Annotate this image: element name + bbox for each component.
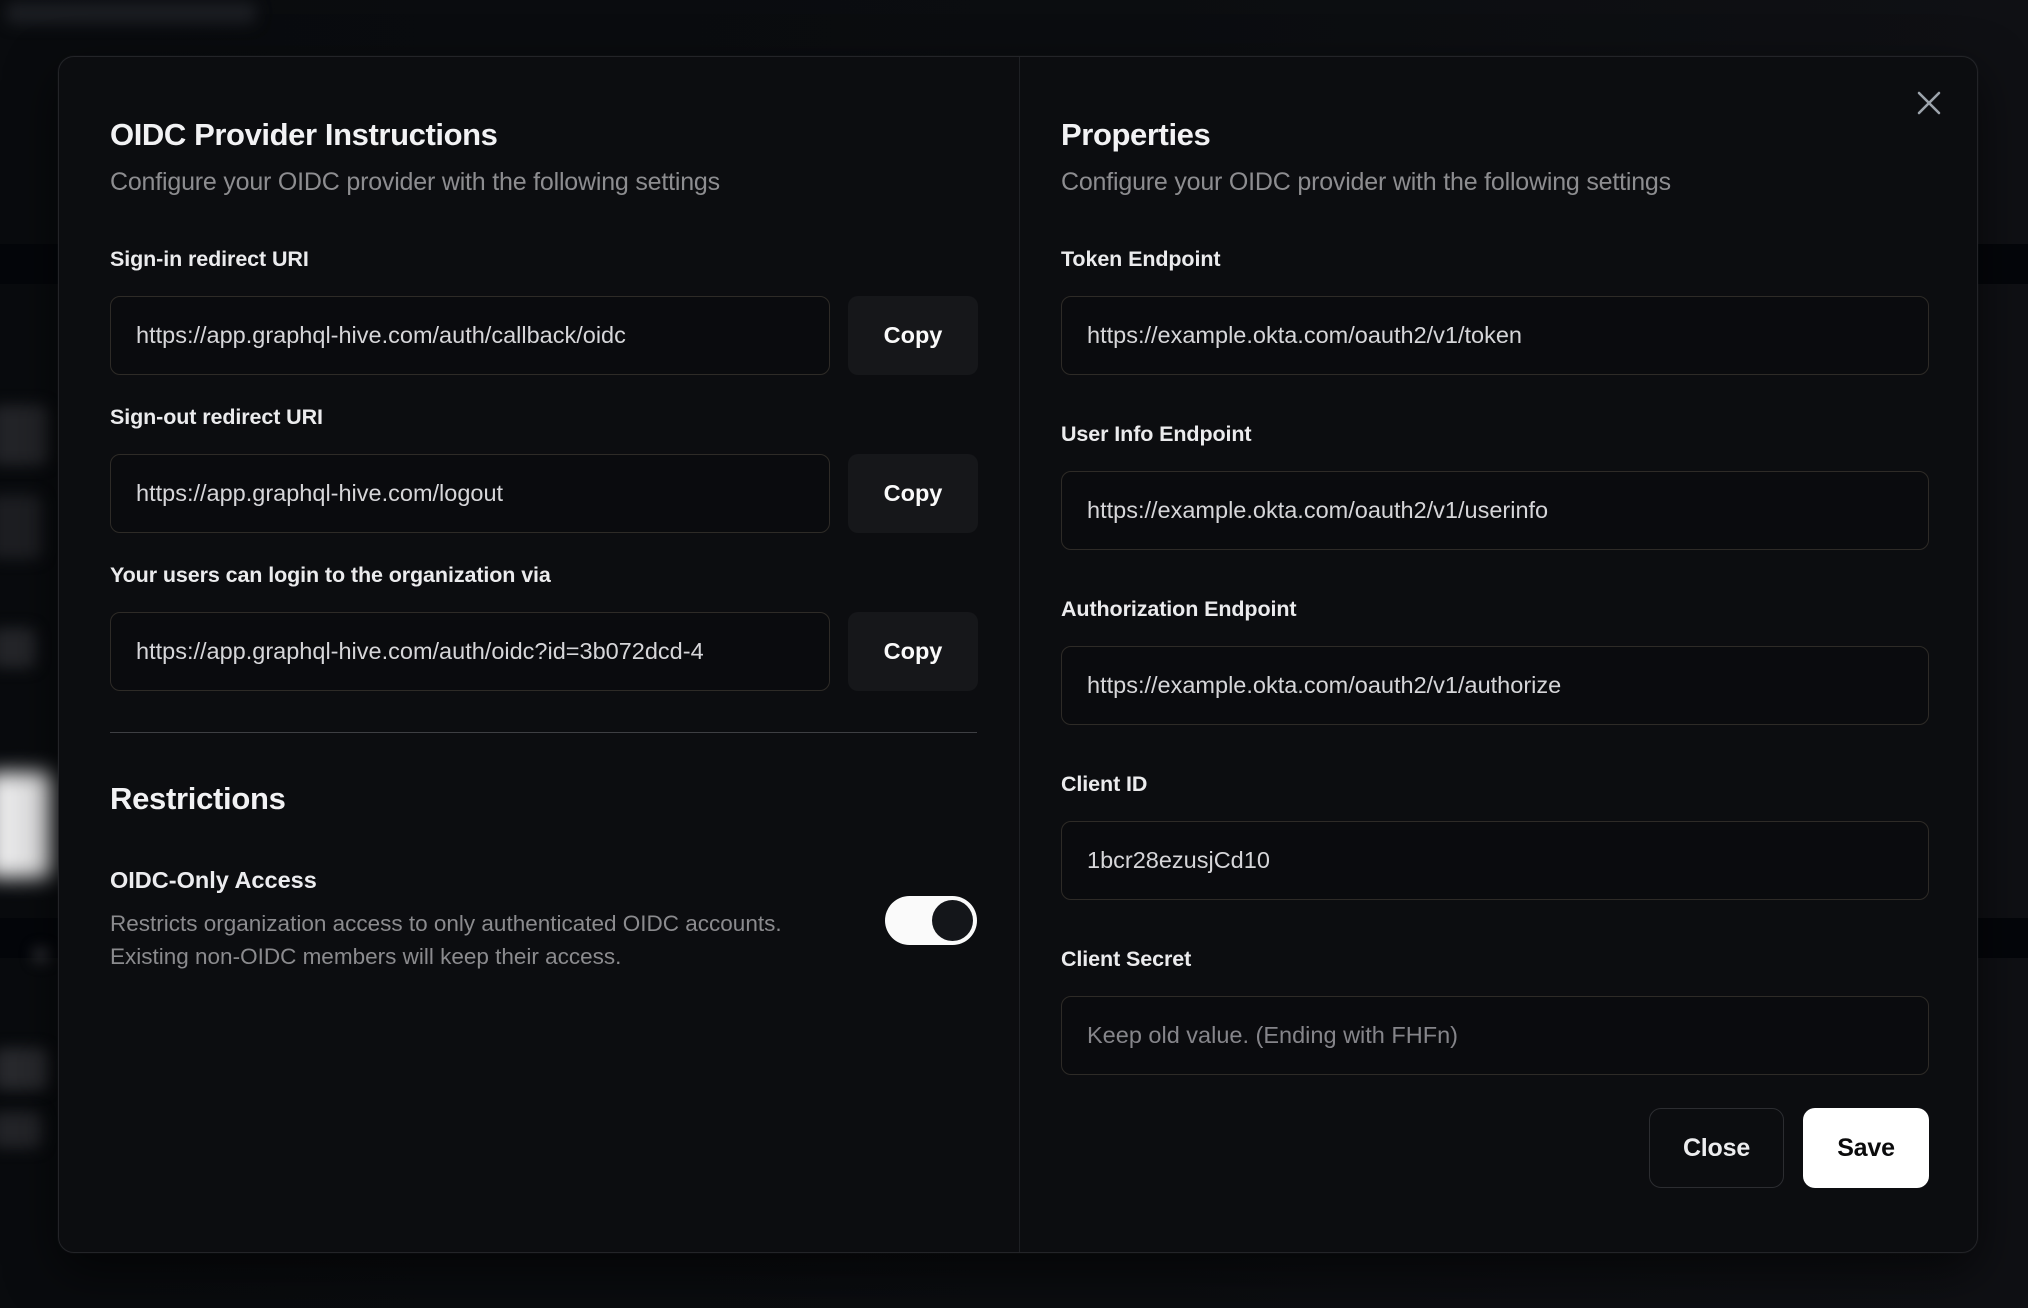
oidc-only-access-label: OIDC-Only Access (110, 867, 317, 893)
oidc-only-access-description: Restricts organization access to only au… (110, 911, 782, 969)
background-blur-blob (0, 1048, 48, 1090)
sign-in-redirect-uri-input[interactable] (110, 296, 830, 375)
sign-in-redirect-uri-row: Copy (110, 296, 978, 375)
sign-out-redirect-uri-label: Sign-out redirect URI (110, 405, 323, 429)
instructions-column: OIDC Provider Instructions Configure you… (59, 57, 1019, 1252)
instructions-subtitle: Configure your OIDC provider with the fo… (110, 168, 720, 196)
client-secret-field: Client Secret (1061, 947, 1929, 1075)
background-blur-blob (0, 405, 48, 465)
client-id-field: Client ID (1061, 772, 1929, 900)
close-icon[interactable] (1909, 83, 1949, 123)
background-blur-blob (0, 628, 36, 668)
save-button[interactable]: Save (1803, 1108, 1929, 1188)
background-blur-blob (0, 495, 42, 559)
user-info-endpoint-field: User Info Endpoint (1061, 422, 1929, 550)
sign-in-redirect-uri-label: Sign-in redirect URI (110, 247, 309, 271)
client-secret-input[interactable] (1061, 996, 1929, 1075)
organization-login-uri-row: Copy (110, 612, 978, 691)
properties-column: Properties Configure your OIDC provider … (1019, 57, 1977, 1252)
background-blur-blob (0, 772, 52, 878)
background-blur-blob (6, 2, 256, 24)
x-icon (1917, 91, 1941, 115)
user-info-endpoint-input[interactable] (1061, 471, 1929, 550)
authorization-endpoint-field: Authorization Endpoint (1061, 597, 1929, 725)
authorization-endpoint-label: Authorization Endpoint (1061, 597, 1297, 621)
client-id-input[interactable] (1061, 821, 1929, 900)
modal-actions: Close Save (1061, 1108, 1929, 1188)
authorization-endpoint-input[interactable] (1061, 646, 1929, 725)
copy-login-uri-button[interactable]: Copy (848, 612, 978, 691)
sign-out-redirect-uri-input[interactable] (110, 454, 830, 533)
copy-sign-in-uri-button[interactable]: Copy (848, 296, 978, 375)
instructions-title: OIDC Provider Instructions (110, 117, 498, 152)
client-id-label: Client ID (1061, 772, 1148, 796)
restrictions-title: Restrictions (110, 781, 286, 816)
oidc-settings-modal: OIDC Provider Instructions Configure you… (58, 56, 1978, 1253)
token-endpoint-input[interactable] (1061, 296, 1929, 375)
background-blur-blob (0, 1112, 42, 1148)
oidc-only-access-text: OIDC-Only Access Restricts organization … (110, 867, 782, 973)
properties-title: Properties (1061, 117, 1211, 152)
toggle-thumb (932, 899, 973, 941)
oidc-only-access-row: OIDC-Only Access Restricts organization … (110, 867, 977, 973)
sign-out-redirect-uri-row: Copy (110, 454, 978, 533)
client-secret-label: Client Secret (1061, 947, 1192, 971)
token-endpoint-field: Token Endpoint (1061, 247, 1929, 375)
organization-login-uri-label: Your users can login to the organization… (110, 563, 551, 587)
user-info-endpoint-label: User Info Endpoint (1061, 422, 1252, 446)
background-blur-blob (34, 948, 48, 962)
oidc-only-access-toggle[interactable] (885, 895, 977, 945)
close-button[interactable]: Close (1649, 1108, 1784, 1188)
token-endpoint-label: Token Endpoint (1061, 247, 1221, 271)
properties-subtitle: Configure your OIDC provider with the fo… (1061, 168, 1671, 196)
copy-sign-out-uri-button[interactable]: Copy (848, 454, 978, 533)
organization-login-uri-input[interactable] (110, 612, 830, 691)
section-divider (110, 732, 977, 733)
